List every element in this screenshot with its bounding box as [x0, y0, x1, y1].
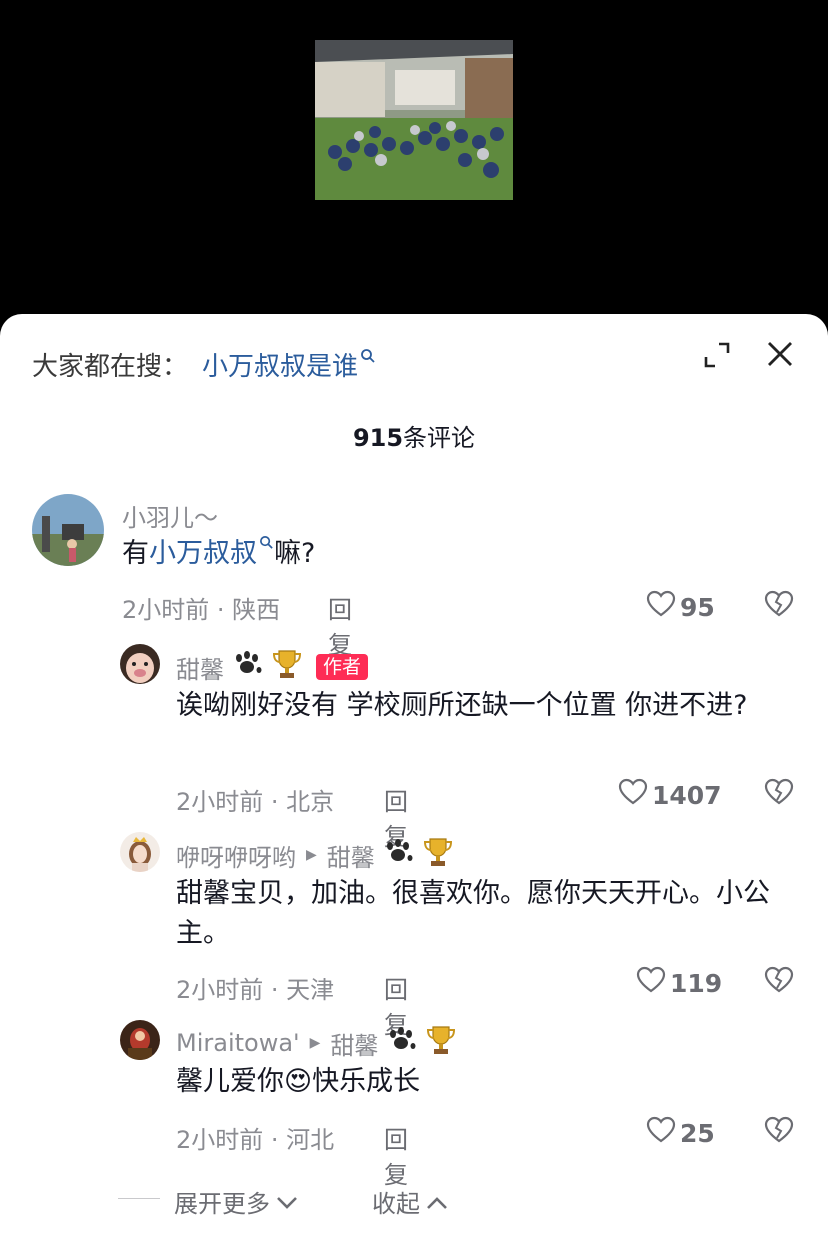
comment-meta: 2小时前 · 天津	[176, 976, 335, 1004]
video-thumbnail[interactable]	[315, 40, 513, 200]
heart-outline-icon	[646, 1116, 680, 1150]
comment-text-part: 快乐成长	[312, 1066, 421, 1097]
broken-heart-icon[interactable]	[764, 1116, 794, 1146]
comment-meta: 2小时前 · 陕西	[122, 596, 281, 624]
search-icon	[360, 341, 376, 371]
paw-icon	[230, 650, 264, 684]
like-button[interactable]: 1407	[618, 778, 722, 812]
expand-icon[interactable]	[702, 340, 732, 370]
expand-more-label: 展开更多	[174, 1190, 270, 1218]
username-text: 咿呀咿呀哟	[176, 843, 296, 872]
heart-outline-icon	[636, 966, 670, 1000]
avatar[interactable]	[120, 1020, 160, 1060]
trophy-icon	[272, 648, 302, 686]
like-count: 95	[680, 592, 715, 622]
comment-username[interactable]: 咿呀咿呀哟 ▶ 甜馨	[176, 836, 453, 874]
username-text: Miraitowa'	[176, 1029, 300, 1057]
chevron-up-icon	[426, 1188, 448, 1216]
comment-text: 馨儿爱你😍快乐成长	[176, 1062, 776, 1102]
username-text: 小羽儿～	[122, 504, 218, 532]
reply-arrow-icon: ▶	[306, 847, 317, 863]
search-icon	[259, 522, 274, 562]
collapse-button[interactable]: 收起	[372, 1184, 448, 1219]
comment-sheet: 大家都在搜： 小万叔叔是谁 915条评论 小羽儿～ 有小万叔叔 嘛? 2小时前 …	[0, 314, 828, 1244]
close-icon[interactable]	[764, 338, 796, 370]
avatar[interactable]	[32, 494, 104, 566]
like-count: 1407	[652, 780, 722, 810]
paw-icon	[381, 838, 415, 872]
comment-username[interactable]: Miraitowa' ▶ 甜馨	[176, 1024, 456, 1062]
reply-arrow-icon: ▶	[309, 1035, 321, 1051]
heart-outline-icon	[618, 778, 652, 812]
comment-text: 诶呦刚好没有 学校厕所还缺一个位置 你进不进?	[176, 690, 748, 721]
comment-meta: 2小时前 · 北京	[176, 788, 335, 816]
collapse-label: 收起	[372, 1190, 420, 1218]
comment-text-part: 有	[122, 538, 149, 569]
comment-text: 甜馨宝贝，加油。很喜欢你。愿你天天开心。小公主。	[176, 878, 770, 949]
trophy-icon	[426, 1024, 456, 1062]
comment-meta: 2小时前 · 河北	[176, 1126, 335, 1154]
reply-to-username[interactable]: 甜馨	[330, 1026, 378, 1061]
reply-to-username[interactable]: 甜馨	[327, 838, 375, 873]
avatar[interactable]	[120, 832, 160, 872]
comment-text: 有小万叔叔 嘛?	[122, 534, 762, 574]
video-area[interactable]	[0, 0, 828, 330]
emoji: 😍	[284, 1066, 313, 1097]
trending-search-prefix: 大家都在搜：	[32, 351, 189, 382]
broken-heart-icon[interactable]	[764, 778, 794, 808]
like-button[interactable]: 95	[646, 590, 715, 624]
search-link-word[interactable]: 小万叔叔	[149, 538, 257, 569]
comment-count: 915条评论	[0, 418, 828, 453]
trending-search-term[interactable]: 小万叔叔是谁	[202, 346, 358, 383]
heart-outline-icon	[646, 590, 680, 624]
avatar[interactable]	[120, 644, 160, 684]
comment-username[interactable]: 甜馨 作者	[176, 648, 369, 686]
trophy-icon	[423, 836, 453, 874]
expand-more-button[interactable]: 展开更多	[174, 1184, 298, 1219]
comment-text-part: 嘛?	[274, 538, 316, 569]
comment-count-number: 915	[352, 424, 404, 452]
comment-count-unit: 条评论	[403, 424, 476, 452]
trending-search[interactable]: 大家都在搜： 小万叔叔是谁	[32, 344, 376, 384]
reply-button[interactable]: 回复	[384, 1120, 408, 1190]
like-count: 25	[680, 1118, 715, 1148]
author-badge: 作者	[316, 654, 369, 680]
like-button[interactable]: 25	[646, 1116, 715, 1150]
paw-icon	[384, 1026, 418, 1060]
comment-text-part: 馨儿爱你	[176, 1066, 284, 1097]
broken-heart-icon[interactable]	[764, 590, 794, 620]
comment-username[interactable]: 小羽儿～	[122, 498, 218, 533]
like-count: 119	[670, 968, 723, 998]
username-text: 甜馨	[176, 655, 224, 684]
chevron-down-icon	[276, 1188, 298, 1216]
divider	[118, 1198, 160, 1199]
like-button[interactable]: 119	[636, 966, 722, 1000]
broken-heart-icon[interactable]	[764, 966, 794, 996]
